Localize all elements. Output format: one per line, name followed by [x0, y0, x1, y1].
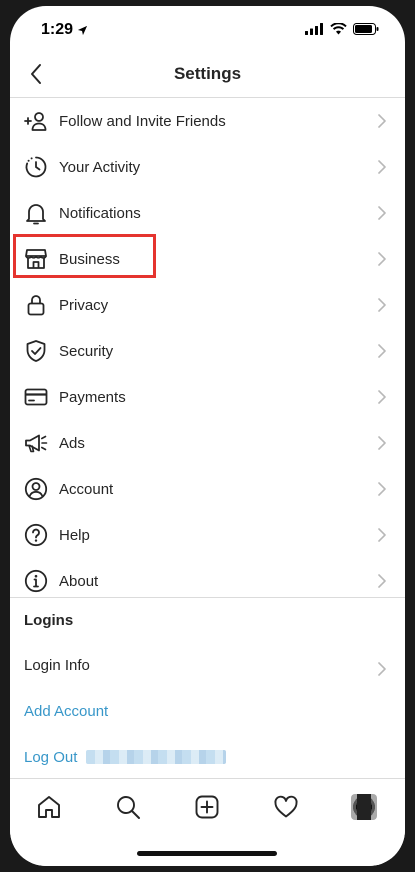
credit-card-icon [24, 388, 48, 406]
menu-item-privacy[interactable]: Privacy [10, 282, 405, 328]
menu-item-ads[interactable]: Ads [10, 420, 405, 466]
menu-item-label: Ads [59, 434, 85, 452]
tab-create[interactable] [193, 793, 221, 821]
chevron-right-icon [378, 390, 386, 404]
login-info-label: Login Info [24, 657, 90, 674]
status-indicators [305, 23, 379, 35]
tab-home[interactable] [35, 793, 63, 821]
section-divider [10, 597, 405, 598]
chevron-right-icon [378, 574, 386, 588]
menu-item-label: Account [59, 480, 114, 498]
heart-icon [274, 795, 298, 818]
menu-item-account[interactable]: Account [10, 466, 405, 512]
location-arrow-icon [77, 25, 88, 35]
person-circle-icon [24, 477, 48, 501]
blurred-username [86, 750, 226, 764]
shield-icon [26, 340, 46, 362]
tab-search[interactable] [114, 793, 142, 821]
chevron-right-icon [378, 662, 386, 676]
bell-icon [26, 204, 46, 225]
log-out-link[interactable]: Log Out [10, 738, 405, 778]
profile-avatar [351, 794, 377, 820]
menu-item-label: Help [59, 526, 90, 544]
chevron-right-icon [378, 344, 386, 358]
status-time-text: 1:29 [41, 21, 74, 38]
header: Settings [10, 52, 405, 96]
status-bar: 1:29 [10, 6, 405, 52]
log-out-label: Log Out [24, 749, 78, 766]
activity-clock-icon [25, 156, 47, 178]
help-icon [24, 523, 48, 547]
status-time: 1:29 [41, 21, 88, 39]
chevron-right-icon [378, 160, 386, 174]
phone-screen: 1:29 Settings Follow and Invite Friends … [10, 6, 405, 866]
storefront-icon [25, 249, 47, 269]
login-info-item[interactable]: Login Info [10, 646, 405, 686]
menu-item-label: Payments [59, 388, 126, 406]
wifi-icon [330, 23, 347, 35]
menu-item-label: Business [59, 250, 120, 268]
chevron-right-icon [378, 114, 386, 128]
menu-item-label: Follow and Invite Friends [59, 112, 226, 130]
menu-item-follow-invite[interactable]: Follow and Invite Friends [10, 98, 405, 144]
menu-item-label: Notifications [59, 204, 141, 222]
chevron-right-icon [378, 298, 386, 312]
chevron-right-icon [378, 252, 386, 266]
menu-item-your-activity[interactable]: Your Activity [10, 144, 405, 190]
tab-activity[interactable] [272, 793, 300, 821]
info-icon [24, 569, 48, 593]
menu-item-label: Your Activity [59, 158, 141, 176]
cellular-signal-icon [305, 23, 323, 35]
menu-item-label: Security [59, 342, 114, 360]
search-icon [117, 796, 140, 819]
lock-icon [27, 295, 45, 316]
chevron-right-icon [378, 482, 386, 496]
home-icon [38, 796, 60, 818]
menu-item-security[interactable]: Security [10, 328, 405, 374]
megaphone-icon [25, 434, 48, 453]
menu-item-label: About [59, 572, 99, 590]
menu-item-label: Privacy [59, 296, 109, 314]
chevron-right-icon [378, 206, 386, 220]
page-title: Settings [173, 64, 242, 83]
tab-profile[interactable] [350, 793, 378, 821]
add-person-icon [24, 112, 47, 131]
battery-icon [353, 23, 379, 35]
device-frame: 1:29 Settings Follow and Invite Friends … [0, 0, 415, 872]
settings-list: Follow and Invite Friends Your Activity [10, 98, 405, 604]
chevron-right-icon [378, 436, 386, 450]
menu-item-notifications[interactable]: Notifications [10, 190, 405, 236]
menu-item-help[interactable]: Help [10, 512, 405, 558]
plus-square-icon [195, 795, 219, 819]
add-account-label: Add Account [24, 703, 109, 720]
home-indicator [137, 851, 277, 856]
logins-section-title: Logins [24, 612, 74, 629]
menu-item-business[interactable]: Business [10, 236, 405, 282]
add-account-link[interactable]: Add Account [10, 692, 405, 732]
menu-item-payments[interactable]: Payments [10, 374, 405, 420]
chevron-right-icon [378, 528, 386, 542]
